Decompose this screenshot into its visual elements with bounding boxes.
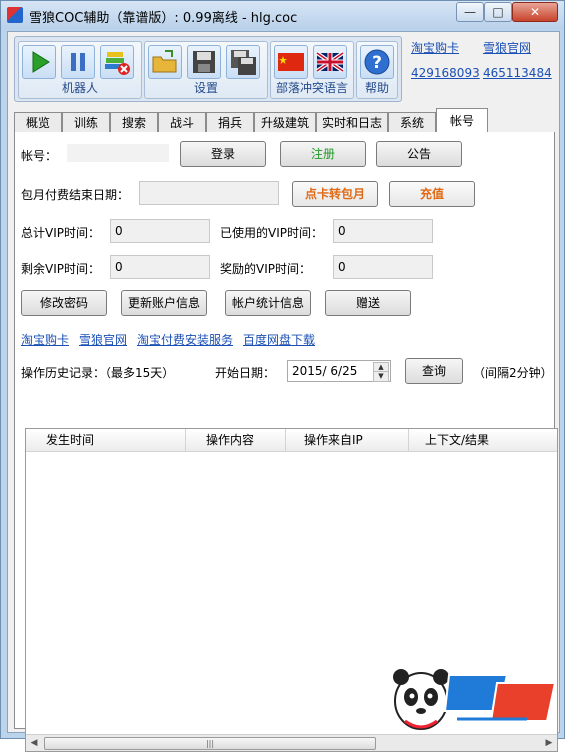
client-area: 机器人 设置 部落冲突语言 ? 帮助 淘宝购卡 雪狼官网 429168093 4… — [7, 31, 560, 752]
maximize-button[interactable]: □ — [484, 2, 512, 22]
recharge-button[interactable]: 充值 — [389, 181, 475, 207]
title-bar[interactable]: 雪狼COC辅助（靠谱版）: 0.99离线 - hlg.coc — □ ✕ — [1, 1, 564, 29]
tab-upgrade[interactable]: 升级建筑 — [254, 112, 316, 133]
tab-log[interactable]: 实时和日志 — [316, 112, 388, 133]
group-label-settings: 设置 — [193, 81, 218, 95]
official-site-link[interactable]: 雪狼官网 — [483, 39, 531, 56]
minimize-button[interactable]: — — [456, 2, 484, 22]
reward-vip-label: 奖励的VIP时间： — [220, 262, 311, 276]
start-date-value: 2015/ 6/25 — [292, 364, 358, 378]
monthly-end-date-label: 包月付费结束日期： — [21, 188, 130, 202]
group-label-robot: 机器人 — [61, 81, 98, 95]
tab-search[interactable]: 搜索 — [110, 112, 158, 133]
account-label: 帐号： — [21, 149, 58, 163]
tab-system[interactable]: 系统 — [388, 112, 436, 133]
login-button[interactable]: 登录 — [180, 141, 266, 167]
table-header: 发生时间 操作内容 操作来自IP 上下文/结果 — [26, 429, 557, 452]
register-button[interactable]: 注册 — [280, 141, 366, 167]
save-config-button[interactable] — [187, 45, 221, 79]
reward-vip-field: 0 — [333, 255, 433, 279]
toolbar-group-settings: 设置 — [144, 41, 268, 99]
used-vip-field: 0 — [333, 219, 433, 243]
interval-note: （间隔2分钟） — [473, 366, 553, 380]
uk-flag-icon — [315, 51, 345, 73]
start-bot-button[interactable] — [22, 45, 56, 79]
svg-text:?: ? — [372, 53, 382, 73]
help-button[interactable]: ? — [360, 45, 394, 79]
card-to-monthly-button[interactable]: 点卡转包月 — [292, 181, 378, 207]
taobao-install-service-link[interactable]: 淘宝付费安装服务 — [137, 331, 233, 348]
window-title: 雪狼COC辅助（靠谱版）: 0.99离线 - hlg.coc — [29, 11, 298, 26]
open-folder-icon — [152, 50, 177, 73]
open-config-button[interactable] — [148, 45, 182, 79]
toolbar-group-robot: 机器人 — [18, 41, 142, 99]
notice-button[interactable]: 公告 — [376, 141, 462, 167]
taobao-buy-link[interactable]: 淘宝购卡 — [411, 39, 459, 56]
official-site-link-2[interactable]: 雪狼官网 — [79, 331, 127, 348]
total-vip-label: 总计VIP时间： — [21, 226, 100, 240]
account-stats-button[interactable]: 帐户统计信息 — [225, 290, 311, 316]
xiaohei-watermark-logo — [393, 669, 557, 730]
language-chinese-button[interactable] — [274, 45, 308, 79]
remaining-vip-label: 剩余VIP时间： — [21, 262, 100, 276]
qq-group-link-2[interactable]: 465113484 — [483, 66, 552, 80]
bluestacks-icon — [105, 52, 130, 75]
used-vip-label: 已使用的VIP时间： — [220, 226, 323, 240]
tab-battle[interactable]: 战斗 — [158, 112, 206, 133]
column-header-time[interactable]: 发生时间 — [26, 429, 186, 451]
monthly-end-date-field — [139, 181, 279, 205]
toolbar-group-help: ? 帮助 — [356, 41, 398, 99]
baidu-download-link[interactable]: 百度网盘下载 — [243, 331, 315, 348]
group-label-help: 帮助 — [364, 81, 389, 95]
close-button[interactable]: ✕ — [512, 2, 558, 22]
date-down-arrow-icon[interactable]: ▼ — [373, 371, 389, 382]
app-icon — [7, 7, 23, 23]
refresh-account-button[interactable]: 更新账户信息 — [121, 290, 207, 316]
language-english-button[interactable] — [313, 45, 347, 79]
tab-strip: 概览 训练 搜索 战斗 捐兵 升级建筑 实时和日志 系统 帐号 — [14, 108, 554, 134]
toolbar: 机器人 设置 部落冲突语言 ? 帮助 — [14, 36, 402, 102]
play-icon — [32, 51, 50, 73]
tab-account[interactable]: 帐号 — [436, 108, 488, 134]
change-password-button[interactable]: 修改密码 — [21, 290, 107, 316]
column-header-ip[interactable]: 操作来自IP — [286, 429, 409, 451]
start-date-label: 开始日期： — [215, 366, 276, 380]
gift-button[interactable]: 赠送 — [325, 290, 411, 316]
save-icon — [193, 51, 215, 73]
china-flag-icon — [278, 53, 304, 71]
tab-donate[interactable]: 捐兵 — [206, 112, 254, 133]
scroll-left-icon[interactable]: ◀ — [26, 735, 42, 751]
tab-overview[interactable]: 概览 — [14, 112, 62, 133]
tab-train[interactable]: 训练 — [62, 112, 110, 133]
column-header-operation[interactable]: 操作内容 — [186, 429, 286, 451]
app-window: 雪狼COC辅助（靠谱版）: 0.99离线 - hlg.coc — □ ✕ 机器人… — [0, 0, 565, 752]
group-label-language: 部落冲突语言 — [275, 81, 348, 95]
save-as-config-button[interactable] — [226, 45, 260, 79]
pause-bot-button[interactable] — [61, 45, 95, 79]
scroll-right-icon[interactable]: ▶ — [541, 735, 557, 751]
toolbar-group-language: 部落冲突语言 — [270, 41, 354, 99]
help-icon: ? — [364, 49, 390, 75]
history-label: 操作历史记录：（最多15天） — [21, 366, 175, 380]
query-button[interactable]: 查询 — [405, 358, 463, 384]
remaining-vip-field: 0 — [110, 255, 210, 279]
account-panel: 帐号： 登录 注册 公告 包月付费结束日期： 点卡转包月 充值 总计VIP时间：… — [14, 132, 558, 752]
account-field[interactable] — [67, 144, 169, 162]
save-as-icon — [231, 50, 256, 75]
column-header-result[interactable]: 上下文/结果 — [409, 429, 557, 451]
start-date-picker[interactable]: 2015/ 6/25 ▲ ▼ — [287, 360, 391, 382]
qq-group-link-1[interactable]: 429168093 — [411, 66, 480, 80]
pause-icon — [71, 53, 85, 71]
total-vip-field: 0 — [110, 219, 210, 243]
taobao-buy-card-link[interactable]: 淘宝购卡 — [21, 331, 69, 348]
stop-bluestacks-button[interactable] — [100, 45, 134, 79]
